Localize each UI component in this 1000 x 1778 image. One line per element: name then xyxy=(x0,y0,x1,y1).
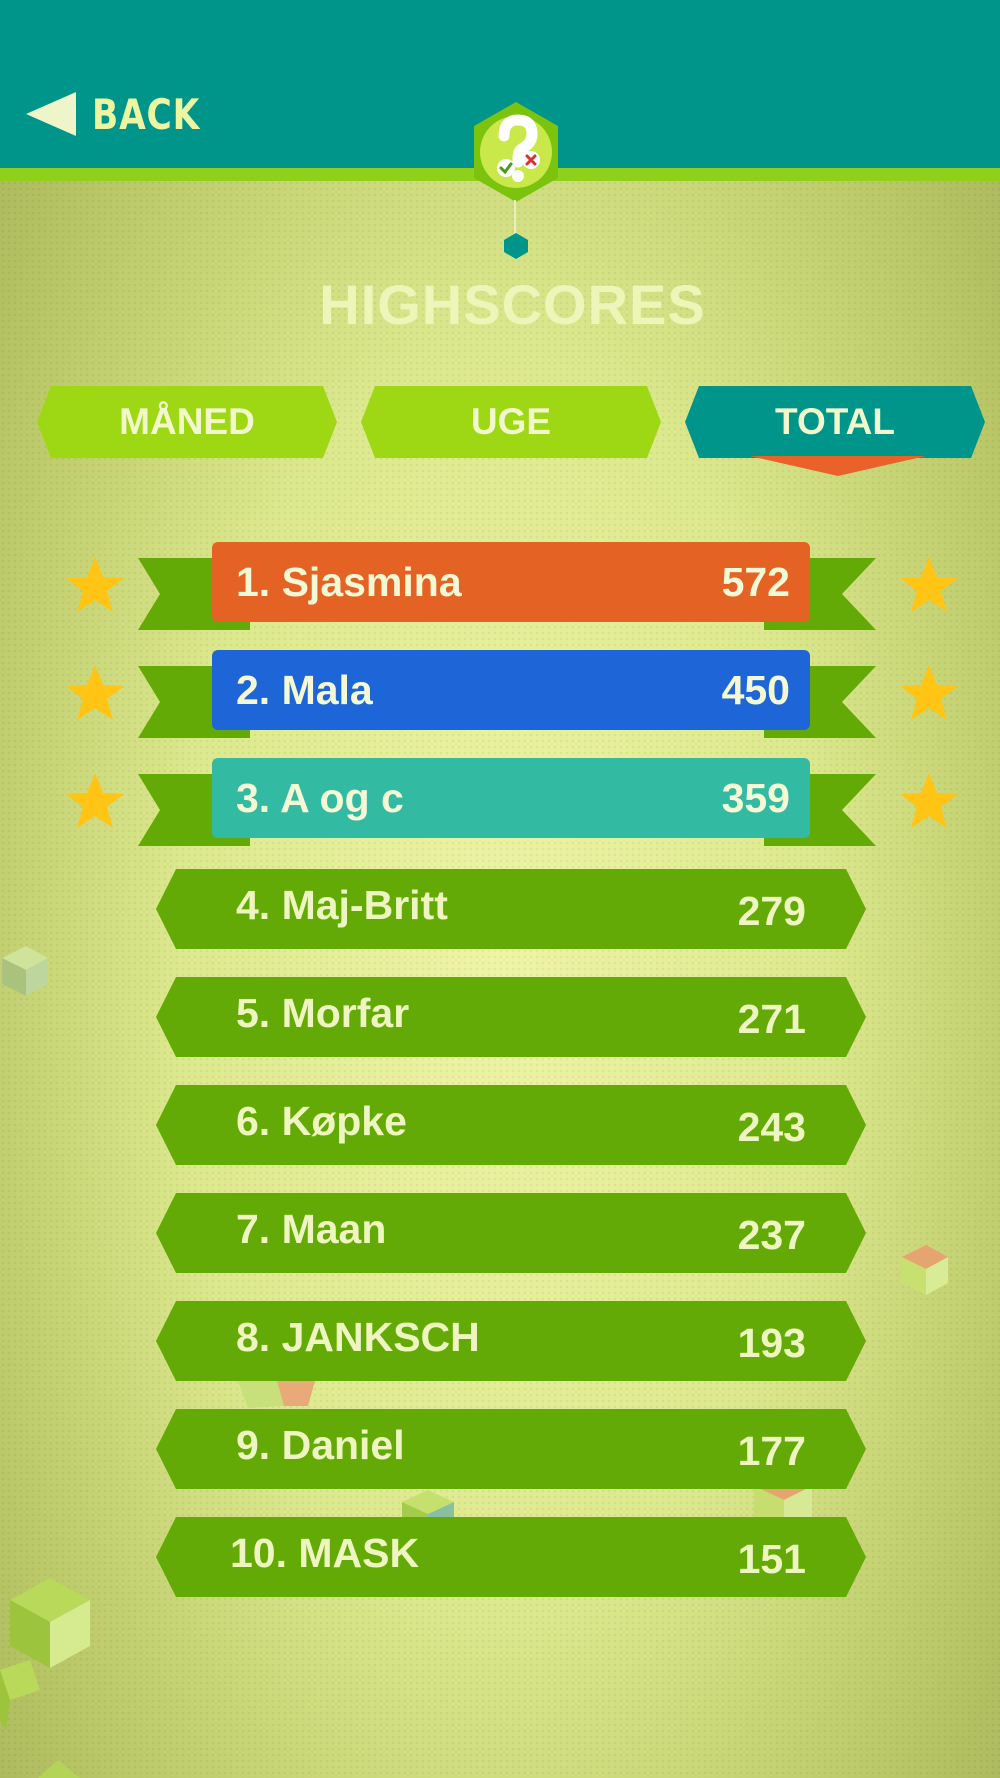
leaderboard-row-6: 6. Køpke 243 xyxy=(156,1085,866,1165)
player-name: 3. A og c xyxy=(236,774,404,821)
decor-cube-icon xyxy=(902,1245,948,1295)
player-name: 8. JANKSCH xyxy=(236,1313,480,1360)
leaderboard-row-9: 9. Daniel 177 xyxy=(156,1409,866,1489)
leaderboard-row-10: 10. MASK 151 xyxy=(156,1517,866,1597)
decor-cube-icon xyxy=(10,1578,90,1668)
leaderboard-row-5: 5. Morfar 271 xyxy=(156,977,866,1057)
player-name: 9. Daniel xyxy=(236,1421,405,1468)
active-tab-pointer xyxy=(750,456,926,476)
page-title: HIGHSCORES xyxy=(319,273,706,336)
player-name: 5. Morfar xyxy=(236,989,410,1036)
player-name: 1. Sjasmina xyxy=(236,558,462,605)
star-icon xyxy=(66,665,124,720)
player-name: 6. Køpke xyxy=(236,1097,407,1144)
player-score: 243 xyxy=(737,1103,806,1150)
player-score: 271 xyxy=(737,995,806,1042)
player-name: 10. MASK xyxy=(230,1529,420,1576)
badge-string xyxy=(514,200,516,236)
back-arrow-icon xyxy=(26,92,76,136)
player-score: 572 xyxy=(721,558,790,605)
player-name: 7. Maan xyxy=(236,1205,387,1252)
decor-cube-icon xyxy=(0,1660,40,1730)
player-score: 359 xyxy=(721,774,790,821)
decor-cube-icon xyxy=(2,946,48,996)
tab-total[interactable]: TOTAL xyxy=(685,386,985,458)
player-score: 193 xyxy=(737,1319,806,1366)
back-button[interactable]: BACK xyxy=(26,86,224,142)
player-score: 279 xyxy=(737,887,806,934)
player-score: 237 xyxy=(737,1211,806,1258)
back-label: BACK xyxy=(92,89,201,139)
tab-week[interactable]: UGE xyxy=(361,386,661,458)
player-score: 450 xyxy=(721,666,790,713)
player-score: 177 xyxy=(737,1427,806,1474)
star-icon xyxy=(900,773,958,828)
tab-month[interactable]: MÅNED xyxy=(37,386,337,458)
star-icon xyxy=(900,665,958,720)
player-name: 4. Maj-Britt xyxy=(236,881,448,928)
hexagon-icon xyxy=(504,233,528,259)
player-score: 151 xyxy=(737,1535,806,1582)
player-name: 2. Mala xyxy=(236,666,373,713)
star-icon xyxy=(66,557,124,612)
leaderboard-row-3: 3. A og c 359 xyxy=(212,758,810,838)
leaderboard-row-4: 4. Maj-Britt 279 xyxy=(156,869,866,949)
leaderboard-row-1: 1. Sjasmina 572 xyxy=(212,542,810,622)
star-icon xyxy=(900,557,958,612)
star-icon xyxy=(66,773,124,828)
leaderboard-row-2: 2. Mala 450 xyxy=(212,650,810,730)
decor-cube-icon xyxy=(38,1760,80,1778)
quiz-question-icon xyxy=(474,102,558,202)
leaderboard-row-7: 7. Maan 237 xyxy=(156,1193,866,1273)
leaderboard-row-8: 8. JANKSCH 193 xyxy=(156,1301,866,1381)
